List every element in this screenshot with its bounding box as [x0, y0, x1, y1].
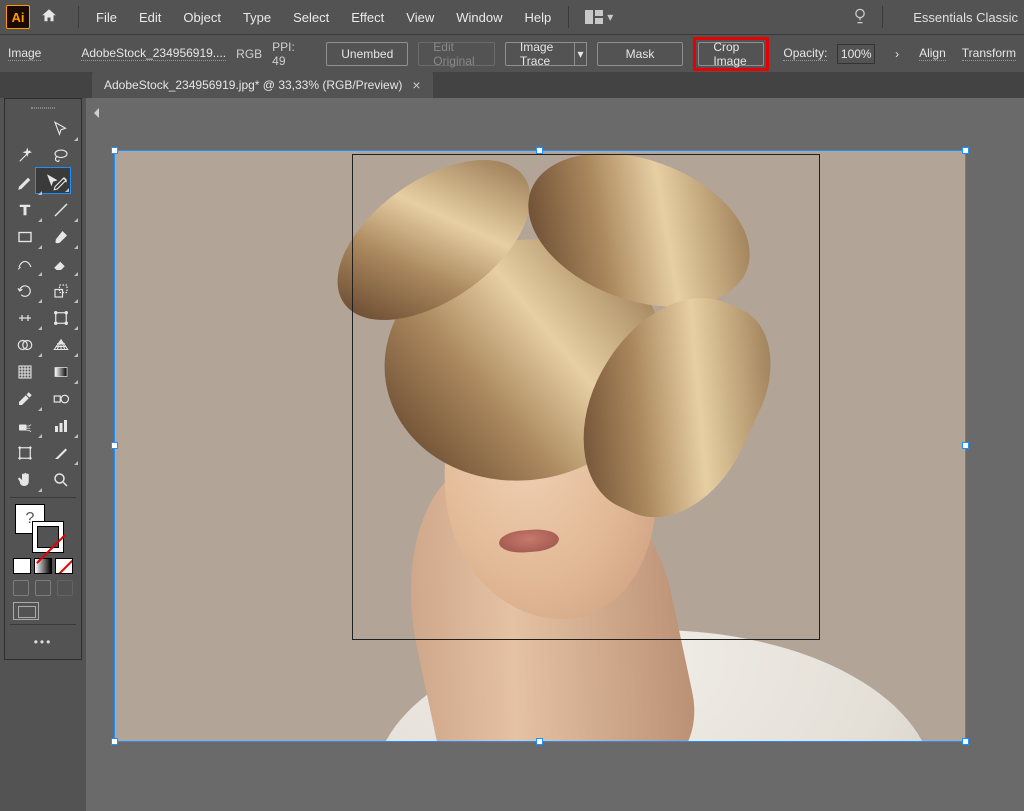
- width-tool[interactable]: [7, 304, 43, 331]
- column-graph-tool[interactable]: [43, 412, 79, 439]
- menu-window[interactable]: Window: [445, 10, 513, 25]
- draw-normal-mode[interactable]: [13, 580, 29, 596]
- screen-mode[interactable]: [13, 602, 73, 620]
- free-transform-tool[interactable]: [43, 304, 79, 331]
- document-tab[interactable]: AdobeStock_234956919.jpg* @ 33,33% (RGB/…: [92, 72, 433, 98]
- eraser-tool[interactable]: [43, 250, 79, 277]
- document-area[interactable]: [86, 98, 1024, 811]
- home-icon[interactable]: [40, 7, 58, 28]
- menu-separator: [568, 6, 569, 28]
- stroke-swatch[interactable]: [33, 522, 63, 552]
- image-trace-button[interactable]: Image Trace: [505, 42, 575, 66]
- slice-tool[interactable]: [43, 439, 79, 466]
- color-mode-swatches: [13, 558, 73, 574]
- eyedropper-tool[interactable]: [7, 385, 43, 412]
- chevron-down-icon: ▾: [577, 47, 583, 61]
- chevron-down-icon: ▾: [607, 10, 613, 24]
- symbol-sprayer-tool[interactable]: [7, 412, 43, 439]
- gradient-tool[interactable]: [43, 358, 79, 385]
- opacity-label[interactable]: Opacity:: [783, 46, 827, 61]
- artboard-tool[interactable]: [7, 439, 43, 466]
- draw-behind-mode[interactable]: [35, 580, 51, 596]
- type-tool[interactable]: [7, 196, 43, 223]
- none-fill-mode[interactable]: [55, 558, 73, 574]
- tools-panel: ? •••: [4, 98, 82, 660]
- lasso-tool[interactable]: [43, 142, 79, 169]
- zoom-tool[interactable]: [43, 466, 79, 493]
- image-trace-dropdown[interactable]: ▾: [575, 42, 586, 66]
- panel-grip-icon[interactable]: [7, 103, 79, 113]
- shaper-tool[interactable]: [7, 250, 43, 277]
- direct-selection-tool[interactable]: [43, 115, 79, 142]
- edit-original-button: Edit Original: [418, 42, 495, 66]
- rotate-tool[interactable]: [7, 277, 43, 304]
- workspace-switcher[interactable]: Essentials Classic: [913, 10, 1018, 25]
- blend-tool[interactable]: [43, 385, 79, 412]
- curvature-tool[interactable]: [43, 169, 79, 196]
- panel-collapse-chevron-icon[interactable]: [92, 106, 102, 123]
- main-menu: File Edit Object Type Select Effect View…: [85, 10, 562, 25]
- transform-label[interactable]: Transform: [962, 46, 1016, 61]
- menu-view[interactable]: View: [395, 10, 445, 25]
- menu-object[interactable]: Object: [172, 10, 232, 25]
- selection-type-label[interactable]: Image: [8, 46, 41, 61]
- menu-help[interactable]: Help: [513, 10, 562, 25]
- scale-tool[interactable]: [43, 277, 79, 304]
- document-tab-title: AdobeStock_234956919.jpg* @ 33,33% (RGB/…: [104, 78, 402, 92]
- unembed-button[interactable]: Unembed: [326, 42, 408, 66]
- perspective-grid-tool[interactable]: [43, 331, 79, 358]
- application-menubar: Ai File Edit Object Type Select Effect V…: [0, 0, 1024, 34]
- menu-edit[interactable]: Edit: [128, 10, 172, 25]
- menu-file[interactable]: File: [85, 10, 128, 25]
- search-discover-icon[interactable]: [850, 6, 870, 29]
- portrait-photo-placeholder: [114, 150, 966, 742]
- linked-file-name[interactable]: AdobeStock_234956919....: [81, 46, 226, 61]
- mask-button[interactable]: Mask: [597, 42, 684, 66]
- menu-type[interactable]: Type: [232, 10, 282, 25]
- draw-modes: [13, 580, 73, 596]
- crop-image-button[interactable]: Crop Image: [698, 42, 764, 66]
- draw-inside-mode[interactable]: [57, 580, 73, 596]
- hand-tool[interactable]: [7, 466, 43, 493]
- align-label[interactable]: Align: [919, 46, 946, 61]
- menu-select[interactable]: Select: [282, 10, 340, 25]
- magic-wand-tool[interactable]: [7, 142, 43, 169]
- pen-tool[interactable]: [7, 169, 43, 196]
- rectangle-tool[interactable]: [7, 223, 43, 250]
- crop-image-highlight: Crop Image: [693, 37, 769, 71]
- edit-toolbar-button[interactable]: •••: [7, 635, 79, 649]
- opacity-value-field[interactable]: 100%: [837, 44, 875, 64]
- menu-separator: [882, 6, 883, 28]
- mesh-tool[interactable]: [7, 358, 43, 385]
- fill-stroke-indicator[interactable]: ?: [13, 502, 73, 554]
- shape-builder-tool[interactable]: [7, 331, 43, 358]
- more-options-chevron-icon[interactable]: ›: [895, 47, 899, 61]
- menu-effect[interactable]: Effect: [340, 10, 395, 25]
- app-logo: Ai: [6, 5, 30, 29]
- control-bar: Image AdobeStock_234956919.... RGB PPI: …: [0, 34, 1024, 72]
- line-segment-tool[interactable]: [43, 196, 79, 223]
- color-mode-label: RGB: [236, 47, 262, 61]
- color-fill-mode[interactable]: [13, 558, 31, 574]
- document-tab-strip: AdobeStock_234956919.jpg* @ 33,33% (RGB/…: [0, 72, 1024, 98]
- arrange-documents-icon[interactable]: ▾: [585, 10, 613, 24]
- ppi-label: PPI: 49: [272, 40, 300, 68]
- menu-separator: [78, 6, 79, 28]
- placed-image[interactable]: [114, 150, 966, 742]
- close-tab-icon[interactable]: ×: [412, 77, 420, 93]
- paintbrush-tool[interactable]: [43, 223, 79, 250]
